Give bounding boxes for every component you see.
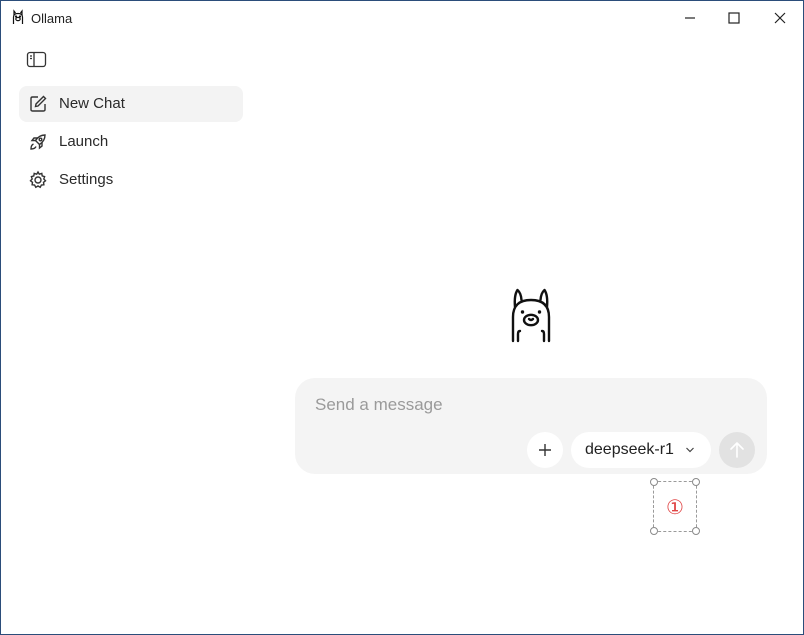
maximize-icon <box>728 12 740 24</box>
sidebar-item-launch[interactable]: Launch <box>19 124 243 160</box>
sidebar-item-new-chat[interactable]: New Chat <box>19 86 243 122</box>
sidebar-item-label: New Chat <box>59 95 125 112</box>
title-bar[interactable]: Ollama <box>1 1 803 35</box>
compose-icon <box>28 94 48 114</box>
sidebar-item-label: Settings <box>59 171 114 188</box>
gear-icon <box>28 170 48 190</box>
minimize-button[interactable] <box>679 7 701 29</box>
model-selector-value: deepseek-r1 <box>585 441 674 458</box>
message-composer: deepseek-r1 <box>295 378 767 474</box>
annotation-number: ① <box>666 497 684 519</box>
close-button[interactable] <box>769 7 791 29</box>
arrow-up-icon <box>730 442 744 458</box>
sidebar-toggle-icon <box>26 51 47 68</box>
plus-icon <box>539 444 551 456</box>
annotation-box: ① <box>650 478 700 535</box>
app-window: Ollama New Chat Launch Settings Send a m… <box>0 0 804 635</box>
message-input[interactable] <box>315 392 735 418</box>
llama-logo-icon <box>508 287 554 343</box>
maximize-button[interactable] <box>723 7 745 29</box>
model-selector[interactable]: deepseek-r1 <box>571 432 711 468</box>
attach-button[interactable] <box>527 432 563 468</box>
sidebar-toggle-button[interactable] <box>26 50 48 70</box>
sidebar-item-settings[interactable]: Settings <box>19 162 243 198</box>
llama-app-icon <box>11 9 25 25</box>
window-title: Ollama <box>31 11 73 26</box>
annotation-handle <box>692 478 700 486</box>
rocket-icon <box>28 132 48 152</box>
annotation-handle <box>650 478 658 486</box>
chevron-down-icon <box>686 447 694 453</box>
close-icon <box>774 12 786 24</box>
send-button[interactable] <box>719 432 755 468</box>
minimize-icon <box>685 17 695 19</box>
annotation-handle <box>650 527 658 535</box>
annotation-handle <box>692 527 700 535</box>
sidebar-item-label: Launch <box>59 133 109 150</box>
